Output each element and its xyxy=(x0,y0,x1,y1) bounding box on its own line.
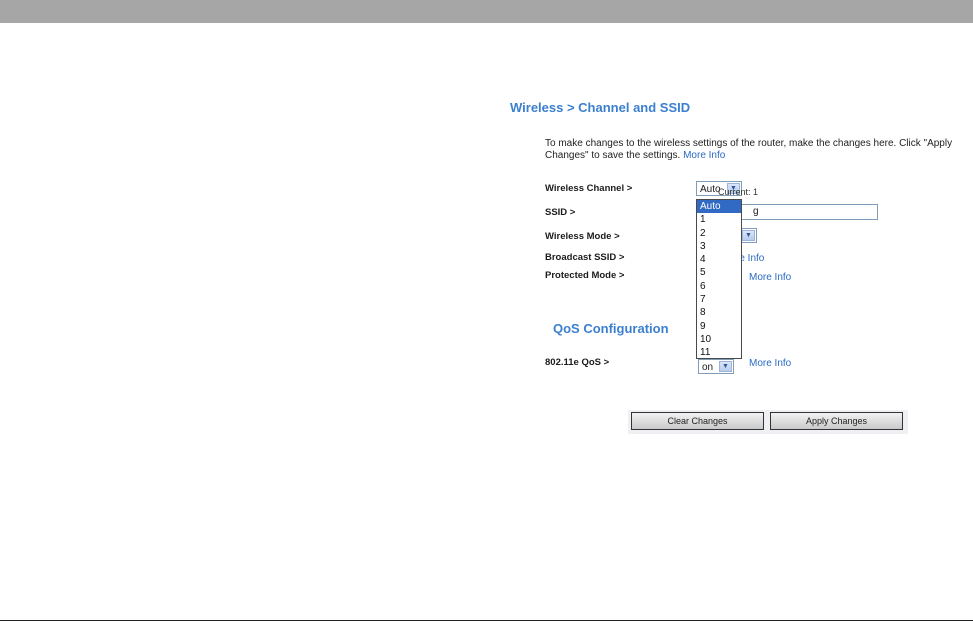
protected-mode-more-info-link[interactable]: More Info xyxy=(749,272,791,283)
ssid-value-fragment: g xyxy=(753,206,759,217)
clear-changes-button[interactable]: Clear Changes xyxy=(631,412,764,430)
chevron-down-icon[interactable]: ▼ xyxy=(719,361,732,372)
current-channel-text: Current: 1 xyxy=(718,187,759,197)
top-header-bar xyxy=(0,0,973,23)
qos-more-info-link[interactable]: More Info xyxy=(749,358,791,369)
qos-label: 802.11e QoS > xyxy=(545,357,610,368)
description-text: To make changes to the wireless settings… xyxy=(545,138,953,161)
wireless-channel-label: Wireless Channel > xyxy=(545,183,633,194)
channel-option[interactable]: 5 xyxy=(697,266,741,279)
channel-dropdown-list[interactable]: Auto 1 2 3 4 5 6 7 8 9 10 11 xyxy=(696,199,742,359)
channel-option[interactable]: 3 xyxy=(697,240,741,253)
broadcast-ssid-label: Broadcast SSID > xyxy=(545,252,625,263)
qos-section-title: QoS Configuration xyxy=(553,321,669,336)
channel-option[interactable]: 10 xyxy=(697,333,741,346)
channel-option[interactable]: 9 xyxy=(697,320,741,333)
channel-option[interactable]: 4 xyxy=(697,253,741,266)
wireless-mode-label: Wireless Mode > xyxy=(545,231,620,242)
channel-option[interactable]: 11 xyxy=(697,346,741,359)
channel-option[interactable]: Auto xyxy=(697,200,741,214)
channel-option[interactable]: 6 xyxy=(697,280,741,293)
page-title: Wireless > Channel and SSID xyxy=(510,100,691,115)
page-description: To make changes to the wireless settings… xyxy=(545,138,973,162)
ssid-label: SSID > xyxy=(545,207,576,218)
wireless-settings-panel: Wireless > Channel and SSID To make chan… xyxy=(508,95,973,440)
qos-select[interactable]: on ▼ xyxy=(698,359,734,374)
apply-changes-button[interactable]: Apply Changes xyxy=(770,412,903,430)
chevron-down-icon[interactable]: ▼ xyxy=(742,230,755,241)
channel-option[interactable]: 8 xyxy=(697,306,741,319)
channel-option[interactable]: 7 xyxy=(697,293,741,306)
protected-mode-label: Protected Mode > xyxy=(545,270,625,281)
channel-option[interactable]: 1 xyxy=(697,213,741,226)
qos-value: on xyxy=(702,362,714,373)
more-info-link[interactable]: More Info xyxy=(683,150,725,161)
bottom-divider xyxy=(0,620,973,621)
ssid-input[interactable]: g xyxy=(738,204,878,220)
channel-option[interactable]: 2 xyxy=(697,227,741,240)
